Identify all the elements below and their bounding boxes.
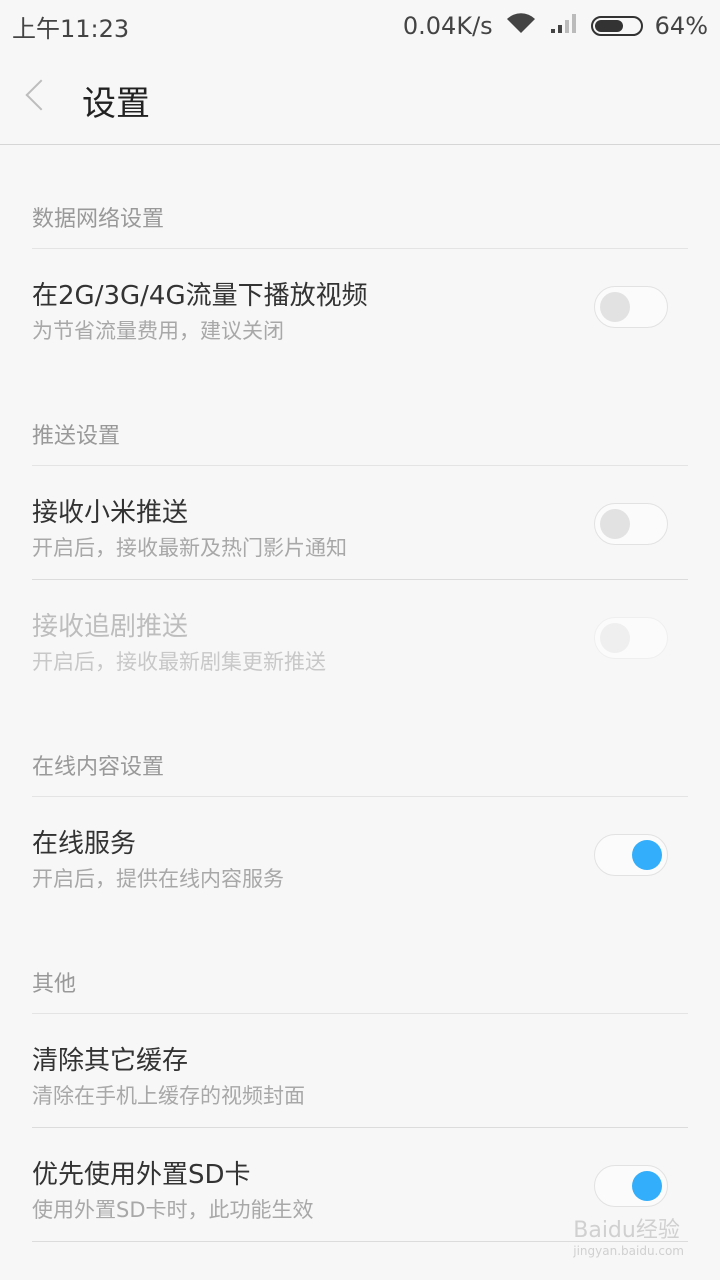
setting-subtitle: 开启后，提供在线内容服务 bbox=[32, 867, 284, 891]
watermark: Baidu经验 jingyan.baidu.com bbox=[573, 1212, 684, 1258]
setting-row-play-on-mobile-data[interactable]: 在2G/3G/4G流量下播放视频 为节省流量费用，建议关闭 bbox=[32, 249, 688, 363]
section-header-push: 推送设置 bbox=[32, 363, 688, 466]
xiaomi-push-toggle[interactable] bbox=[594, 503, 668, 545]
setting-row-online-service[interactable]: 在线服务 开启后，提供在线内容服务 bbox=[32, 797, 688, 911]
status-time: 上午11:23 bbox=[12, 14, 130, 43]
wifi-icon bbox=[505, 11, 537, 41]
setting-title: 接收追剧推送 bbox=[32, 612, 189, 642]
setting-subtitle: 开启后，接收最新剧集更新推送 bbox=[32, 650, 326, 674]
setting-title: 在线服务 bbox=[32, 829, 137, 859]
setting-subtitle: 清除在手机上缓存的视频封面 bbox=[32, 1084, 305, 1108]
section-header-other: 其他 bbox=[32, 911, 688, 1014]
toggle-knob bbox=[600, 509, 630, 539]
page-title: 设置 bbox=[82, 84, 150, 124]
settings-list: 数据网络设置 在2G/3G/4G流量下播放视频 为节省流量费用，建议关闭 推送设… bbox=[0, 146, 720, 1242]
setting-row-series-push: 接收追剧推送 开启后，接收最新剧集更新推送 bbox=[32, 580, 688, 694]
watermark-url: jingyan.baidu.com bbox=[573, 1244, 684, 1258]
online-service-toggle[interactable] bbox=[594, 834, 668, 876]
watermark-text: Baidu经验 bbox=[573, 1218, 680, 1243]
series-push-toggle bbox=[594, 617, 668, 659]
signal-icon bbox=[549, 11, 579, 41]
setting-title: 在2G/3G/4G流量下播放视频 bbox=[32, 281, 368, 311]
toggle-knob bbox=[632, 1171, 662, 1201]
setting-subtitle: 开启后，接收最新及热门影片通知 bbox=[32, 536, 347, 560]
setting-title: 优先使用外置SD卡 bbox=[32, 1160, 251, 1190]
status-right: 0.04K/s 64% bbox=[403, 11, 708, 41]
battery-percent: 64% bbox=[654, 12, 708, 40]
back-arrow-icon[interactable] bbox=[25, 79, 57, 111]
setting-title: 清除其它缓存 bbox=[32, 1046, 189, 1076]
battery-icon bbox=[590, 16, 643, 36]
prefer-sd-card-toggle[interactable] bbox=[594, 1165, 668, 1207]
toggle-knob bbox=[600, 292, 630, 322]
setting-subtitle: 使用外置SD卡时，此功能生效 bbox=[32, 1198, 314, 1222]
section-header-online-content: 在线内容设置 bbox=[32, 694, 688, 797]
status-bar: 上午11:23 0.04K/s 64% bbox=[0, 0, 720, 52]
setting-row-xiaomi-push[interactable]: 接收小米推送 开启后，接收最新及热门影片通知 bbox=[32, 466, 688, 580]
setting-title: 接收小米推送 bbox=[32, 498, 189, 528]
mobile-data-video-toggle[interactable] bbox=[594, 286, 668, 328]
network-speed: 0.04K/s bbox=[402, 12, 493, 40]
setting-row-clear-cache[interactable]: 清除其它缓存 清除在手机上缓存的视频封面 bbox=[32, 1014, 688, 1128]
toggle-knob bbox=[600, 623, 630, 653]
toggle-knob bbox=[632, 840, 662, 870]
title-bar: 设置 bbox=[0, 52, 720, 145]
setting-subtitle: 为节省流量费用，建议关闭 bbox=[32, 319, 284, 343]
section-header-data-network: 数据网络设置 bbox=[32, 146, 688, 249]
